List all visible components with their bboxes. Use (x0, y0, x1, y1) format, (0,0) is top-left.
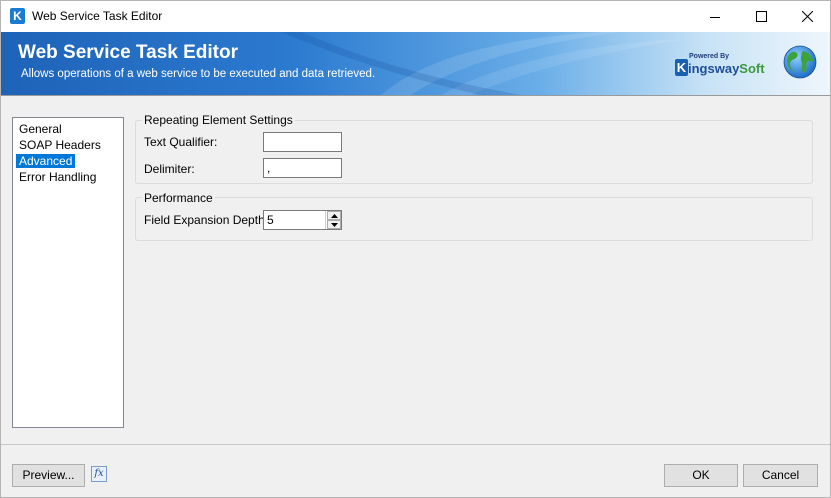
field-expansion-depth-label: Field Expansion Depth: (144, 213, 269, 227)
brand-k-mark: K (675, 59, 688, 76)
nav-item-soap-headers[interactable]: SOAP Headers (16, 138, 104, 152)
banner-subtitle: Allows operations of a web service to be… (21, 68, 376, 80)
window-title: Web Service Task Editor (32, 9, 163, 23)
nav-item-advanced[interactable]: Advanced (16, 154, 76, 168)
minimize-icon (710, 16, 720, 18)
banner-title: Web Service Task Editor (18, 42, 238, 63)
nav-item-error-handling[interactable]: Error Handling (16, 170, 99, 184)
maximize-button[interactable] (738, 1, 784, 32)
depth-spinner (325, 211, 341, 229)
delimiter-label: Delimiter: (144, 162, 195, 176)
nav-item-general[interactable]: General (16, 122, 65, 136)
brand-name: ingswaySoft (688, 61, 765, 76)
kingswaysoft-app-icon: K (10, 8, 25, 24)
globe-icon (783, 45, 817, 79)
page-nav-list[interactable]: General SOAP Headers Advanced Error Hand… (12, 117, 124, 428)
powered-by-text: Powered By (689, 53, 730, 60)
banner-divider (1, 95, 830, 96)
footer-divider (1, 444, 830, 445)
expression-fx-button[interactable]: fx (91, 466, 107, 482)
repeating-element-group (135, 120, 813, 184)
repeating-element-legend: Repeating Element Settings (142, 113, 295, 127)
chevron-up-icon (330, 213, 338, 218)
delimiter-input[interactable]: , (263, 158, 342, 178)
text-qualifier-input[interactable] (263, 132, 342, 152)
kingswaysoft-logo: Powered By K ingswaySoft (675, 53, 765, 83)
spin-up-button[interactable] (327, 211, 341, 220)
ok-button[interactable]: OK (664, 464, 738, 487)
spin-down-button[interactable] (327, 220, 341, 229)
performance-legend: Performance (142, 191, 215, 205)
dialog-window: K Web Service Task Editor Web Service Ta… (0, 0, 831, 498)
close-icon (801, 11, 813, 22)
chevron-down-icon (330, 222, 338, 227)
title-bar: K Web Service Task Editor (1, 1, 830, 32)
preview-button[interactable]: Preview... (12, 464, 85, 487)
cancel-button[interactable]: Cancel (743, 464, 818, 487)
minimize-button[interactable] (692, 1, 738, 32)
text-qualifier-label: Text Qualifier: (144, 135, 218, 149)
close-button[interactable] (784, 1, 830, 32)
maximize-icon (755, 11, 767, 22)
